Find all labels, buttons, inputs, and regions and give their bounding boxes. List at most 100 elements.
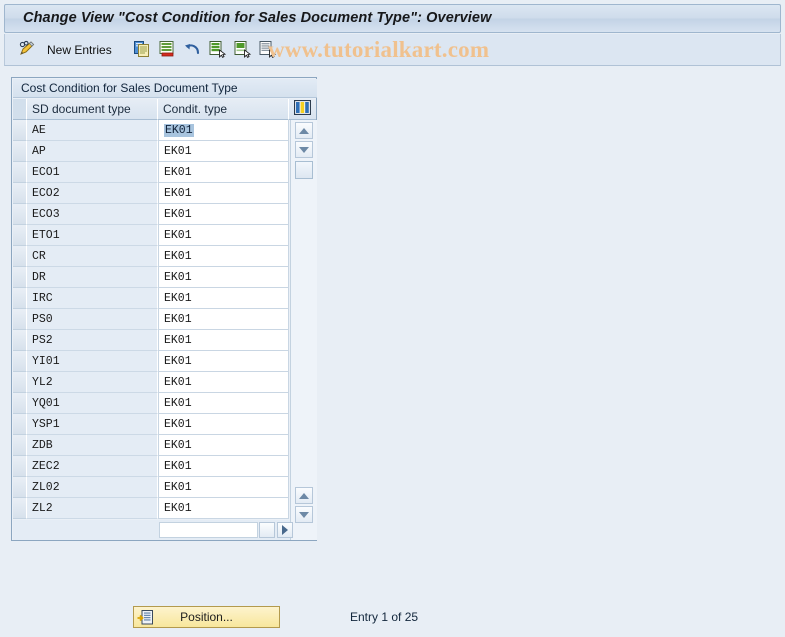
row-selector-cell[interactable] — [13, 267, 27, 288]
row-selector-cell[interactable] — [13, 414, 27, 435]
scroll-thumb[interactable] — [295, 161, 313, 179]
cell-sd-document-type[interactable]: YQ01 — [27, 393, 158, 414]
cell-condition-type[interactable]: EK01 — [158, 393, 289, 414]
row-selector-cell[interactable] — [13, 498, 27, 519]
cell-condition-type[interactable]: EK01 — [158, 351, 289, 372]
column-header-condition-type[interactable]: Condit. type — [158, 99, 289, 120]
row-selector-cell[interactable] — [13, 120, 27, 141]
cell-sd-document-type[interactable]: IRC — [27, 288, 158, 309]
table-row[interactable]: YQ01 EK01 — [13, 393, 290, 414]
scroll-right-button[interactable] — [277, 522, 293, 538]
cell-condition-type[interactable]: EK01 — [158, 141, 289, 162]
table-row[interactable]: ZL02 EK01 — [13, 477, 290, 498]
table-row[interactable]: IRC EK01 — [13, 288, 290, 309]
cell-sd-document-type[interactable]: ECO1 — [27, 162, 158, 183]
scroll-down-button[interactable] — [295, 141, 313, 158]
table-row[interactable]: AE EK01 — [13, 120, 290, 141]
scroll-up-button[interactable] — [295, 122, 313, 139]
table-row[interactable]: AP EK01 — [13, 141, 290, 162]
table-row[interactable]: ECO1 EK01 — [13, 162, 290, 183]
table-row[interactable]: ZEC2 EK01 — [13, 456, 290, 477]
cell-sd-document-type[interactable]: ZEC2 — [27, 456, 158, 477]
table-row[interactable]: ECO3 EK01 — [13, 204, 290, 225]
cell-sd-document-type[interactable]: YI01 — [27, 351, 158, 372]
row-selector-cell[interactable] — [13, 456, 27, 477]
cell-sd-document-type[interactable]: ETO1 — [27, 225, 158, 246]
row-selector-cell[interactable] — [13, 183, 27, 204]
new-entries-button[interactable]: New Entries — [47, 38, 112, 62]
column-header-sd-document-type[interactable]: SD document type — [27, 99, 158, 120]
cell-sd-document-type[interactable]: ECO3 — [27, 204, 158, 225]
cell-condition-type[interactable]: EK01 — [158, 120, 289, 141]
cell-sd-document-type[interactable]: PS2 — [27, 330, 158, 351]
edit-button[interactable] — [17, 38, 37, 62]
table-row[interactable]: DR EK01 — [13, 267, 290, 288]
table-row[interactable]: YI01 EK01 — [13, 351, 290, 372]
cell-sd-document-type[interactable]: ZDB — [27, 435, 158, 456]
cell-condition-type[interactable]: EK01 — [158, 225, 289, 246]
cell-condition-type[interactable]: EK01 — [158, 456, 289, 477]
row-selector-cell[interactable] — [13, 477, 27, 498]
select-block-button[interactable] — [232, 38, 252, 62]
cell-sd-document-type[interactable]: YL2 — [27, 372, 158, 393]
table-row[interactable]: PS2 EK01 — [13, 330, 290, 351]
cell-condition-type[interactable]: EK01 — [158, 288, 289, 309]
cell-condition-type[interactable]: EK01 — [158, 372, 289, 393]
table-row[interactable]: ZDB EK01 — [13, 435, 290, 456]
row-selector-cell[interactable] — [13, 288, 27, 309]
row-selector-cell[interactable] — [13, 393, 27, 414]
cell-condition-type[interactable]: EK01 — [158, 498, 289, 519]
cell-sd-document-type[interactable]: DR — [27, 267, 158, 288]
column-config-button[interactable] — [289, 99, 316, 120]
cell-condition-type[interactable]: EK01 — [158, 477, 289, 498]
table-row[interactable]: ZL2 EK01 — [13, 498, 290, 519]
header-row-selector-cell[interactable] — [13, 99, 27, 120]
row-selector-cell[interactable] — [13, 351, 27, 372]
select-all-button[interactable] — [207, 38, 227, 62]
row-selector-cell[interactable] — [13, 225, 27, 246]
row-selector-cell[interactable] — [13, 246, 27, 267]
cell-condition-type[interactable]: EK01 — [158, 309, 289, 330]
position-button[interactable]: Position... — [133, 606, 280, 628]
undo-button[interactable] — [182, 38, 202, 62]
row-selector-cell[interactable] — [13, 204, 27, 225]
cell-sd-document-type[interactable]: ZL2 — [27, 498, 158, 519]
horizontal-scrollbar[interactable] — [13, 520, 293, 540]
cell-condition-type[interactable]: EK01 — [158, 267, 289, 288]
cell-condition-type-value: EK01 — [164, 312, 192, 326]
cell-condition-type[interactable]: EK01 — [158, 414, 289, 435]
cell-condition-type[interactable]: EK01 — [158, 246, 289, 267]
cell-sd-document-type[interactable]: ZL02 — [27, 477, 158, 498]
copy-as-button[interactable] — [132, 38, 152, 62]
cell-condition-type[interactable]: EK01 — [158, 435, 289, 456]
vertical-scrollbar[interactable] — [290, 120, 317, 540]
row-selector-cell[interactable] — [13, 330, 27, 351]
row-selector-cell[interactable] — [13, 309, 27, 330]
cell-sd-document-type[interactable]: CR — [27, 246, 158, 267]
scroll-page-up-button[interactable] — [295, 487, 313, 504]
cell-condition-type-value: EK01 — [164, 417, 192, 431]
hscroll-track[interactable] — [159, 522, 258, 538]
cell-sd-document-type[interactable]: ECO2 — [27, 183, 158, 204]
table-row[interactable]: ECO2 EK01 — [13, 183, 290, 204]
row-selector-cell[interactable] — [13, 162, 27, 183]
scroll-left-button[interactable] — [259, 522, 275, 538]
cell-condition-type[interactable]: EK01 — [158, 183, 289, 204]
table-row[interactable]: ETO1 EK01 — [13, 225, 290, 246]
cell-sd-document-type[interactable]: YSP1 — [27, 414, 158, 435]
cell-condition-type[interactable]: EK01 — [158, 204, 289, 225]
cell-condition-type[interactable]: EK01 — [158, 162, 289, 183]
row-selector-cell[interactable] — [13, 372, 27, 393]
cell-sd-document-type[interactable]: AE — [27, 120, 158, 141]
table-row[interactable]: CR EK01 — [13, 246, 290, 267]
table-row[interactable]: PS0 EK01 — [13, 309, 290, 330]
table-row[interactable]: YL2 EK01 — [13, 372, 290, 393]
table-row[interactable]: YSP1 EK01 — [13, 414, 290, 435]
scroll-page-down-button[interactable] — [295, 506, 313, 523]
delete-button[interactable] — [157, 38, 177, 62]
row-selector-cell[interactable] — [13, 141, 27, 162]
row-selector-cell[interactable] — [13, 435, 27, 456]
cell-sd-document-type[interactable]: PS0 — [27, 309, 158, 330]
cell-condition-type[interactable]: EK01 — [158, 330, 289, 351]
cell-sd-document-type[interactable]: AP — [27, 141, 158, 162]
